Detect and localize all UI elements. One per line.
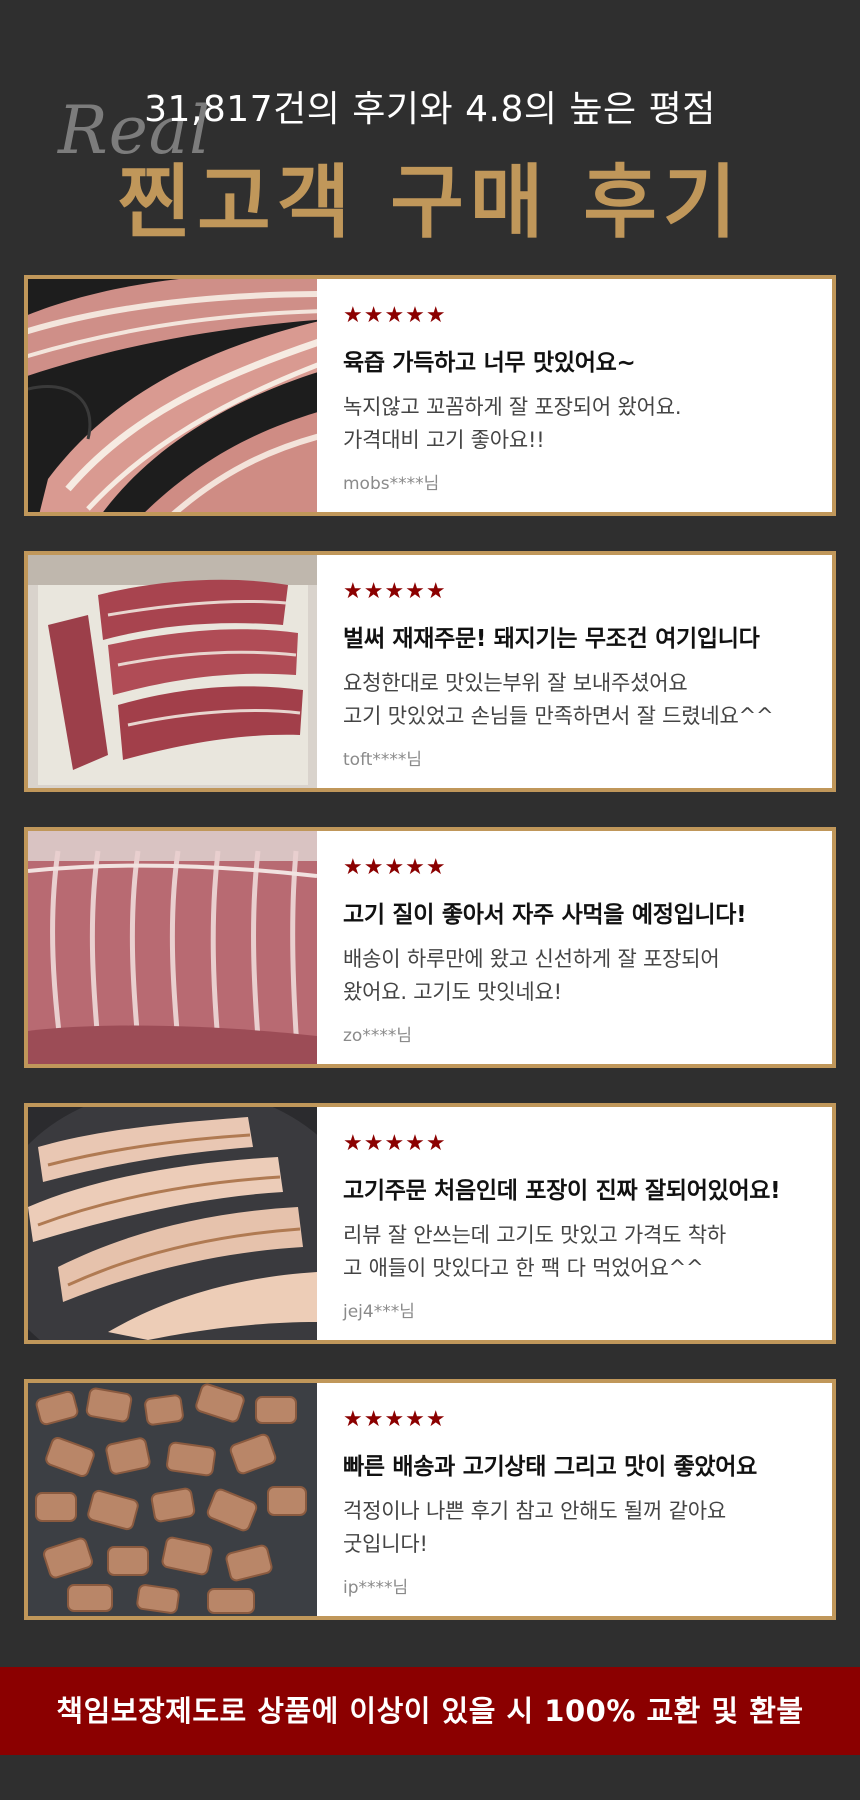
review-card: ★★★★★ 빠른 배송과 고기상태 그리고 맛이 좋았어요 걱정이나 나쁜 후기…: [24, 1379, 836, 1620]
header: Real 31,817건의 후기와 4.8의 높은 평점 찐고객 구매 후기: [0, 0, 860, 262]
star-rating: ★★★★★: [343, 579, 447, 604]
star-rating: ★★★★★: [343, 1131, 447, 1156]
review-photo-sliced-pork-belly: [28, 279, 317, 512]
review-photo-grilled-pork-cubes: [28, 1383, 317, 1616]
star-rating: ★★★★★: [343, 1407, 447, 1432]
review-author: mobs****님: [343, 474, 440, 494]
review-title: 벌써 재재주문! 돼지기는 무조건 여기입니다: [343, 626, 760, 652]
review-body: 요청한대로 맛있는부위 잘 보내주셨어요 고기 맛있었고 손님들 만족하면서 잘 …: [343, 671, 774, 728]
review-title: 고기 질이 좋아서 자주 사먹을 예정입니다!: [343, 902, 747, 928]
star-rating: ★★★★★: [343, 303, 447, 328]
review-body: 녹지않고 꼬꼼하게 잘 포장되어 왔어요. 가격대비 고기 좋아요!!: [343, 395, 682, 452]
review-title: 고기주문 처음인데 포장이 진짜 잘되어있어요!: [343, 1178, 781, 1204]
review-author: jej4***님: [343, 1302, 415, 1322]
review-content: ★★★★★ 고기 질이 좋아서 자주 사먹을 예정입니다! 배송이 하루만에 왔…: [317, 831, 832, 1064]
page-title: 찐고객 구매 후기: [117, 156, 743, 249]
review-body: 걱정이나 나쁜 후기 참고 안해도 될꺼 같아요 굿입니다!: [343, 1499, 727, 1556]
guarantee-banner: 책임보장제도로 상품에 이상이 있을 시 100% 교환 및 환불: [0, 1667, 860, 1755]
review-body: 배송이 하루만에 왔고 신선하게 잘 포장되어 왔어요. 고기도 맛잇네요!: [343, 947, 720, 1004]
review-author: zo****님: [343, 1026, 412, 1046]
review-title: 빠른 배송과 고기상태 그리고 맛이 좋았어요: [343, 1454, 758, 1480]
review-title: 육즙 가득하고 너무 맛있어요~: [343, 350, 636, 376]
review-content: ★★★★★ 고기주문 처음인데 포장이 진짜 잘되어있어요! 리뷰 잘 안쓰는데…: [317, 1107, 832, 1340]
review-card: ★★★★★ 고기주문 처음인데 포장이 진짜 잘되어있어요! 리뷰 잘 안쓰는데…: [24, 1103, 836, 1344]
review-body: 리뷰 잘 안쓰는데 고기도 맛있고 가격도 착하 고 애들이 맛있다고 한 팩 다…: [343, 1223, 727, 1280]
review-content: ★★★★★ 육즙 가득하고 너무 맛있어요~ 녹지않고 꼬꼼하게 잘 포장되어 …: [317, 279, 832, 512]
review-stats-subtitle: 31,817건의 후기와 4.8의 높은 평점: [144, 89, 716, 130]
star-rating: ★★★★★: [343, 855, 447, 880]
review-card: ★★★★★ 벌써 재재주문! 돼지기는 무조건 여기입니다 요청한대로 맛있는부…: [24, 551, 836, 792]
review-photo-raw-pork-tray: [28, 555, 317, 788]
review-content: ★★★★★ 벌써 재재주문! 돼지기는 무조건 여기입니다 요청한대로 맛있는부…: [317, 555, 832, 788]
review-photo-packaged-pork: [28, 831, 317, 1064]
review-photo-grilled-pork-belly: [28, 1107, 317, 1340]
review-card: ★★★★★ 육즙 가득하고 너무 맛있어요~ 녹지않고 꼬꼼하게 잘 포장되어 …: [24, 275, 836, 516]
review-content: ★★★★★ 빠른 배송과 고기상태 그리고 맛이 좋았어요 걱정이나 나쁜 후기…: [317, 1383, 832, 1616]
review-author: toft****님: [343, 750, 423, 770]
review-author: ip****님: [343, 1578, 409, 1598]
review-list: ★★★★★ 육즙 가득하고 너무 맛있어요~ 녹지않고 꼬꼼하게 잘 포장되어 …: [24, 275, 836, 1655]
review-card: ★★★★★ 고기 질이 좋아서 자주 사먹을 예정입니다! 배송이 하루만에 왔…: [24, 827, 836, 1068]
